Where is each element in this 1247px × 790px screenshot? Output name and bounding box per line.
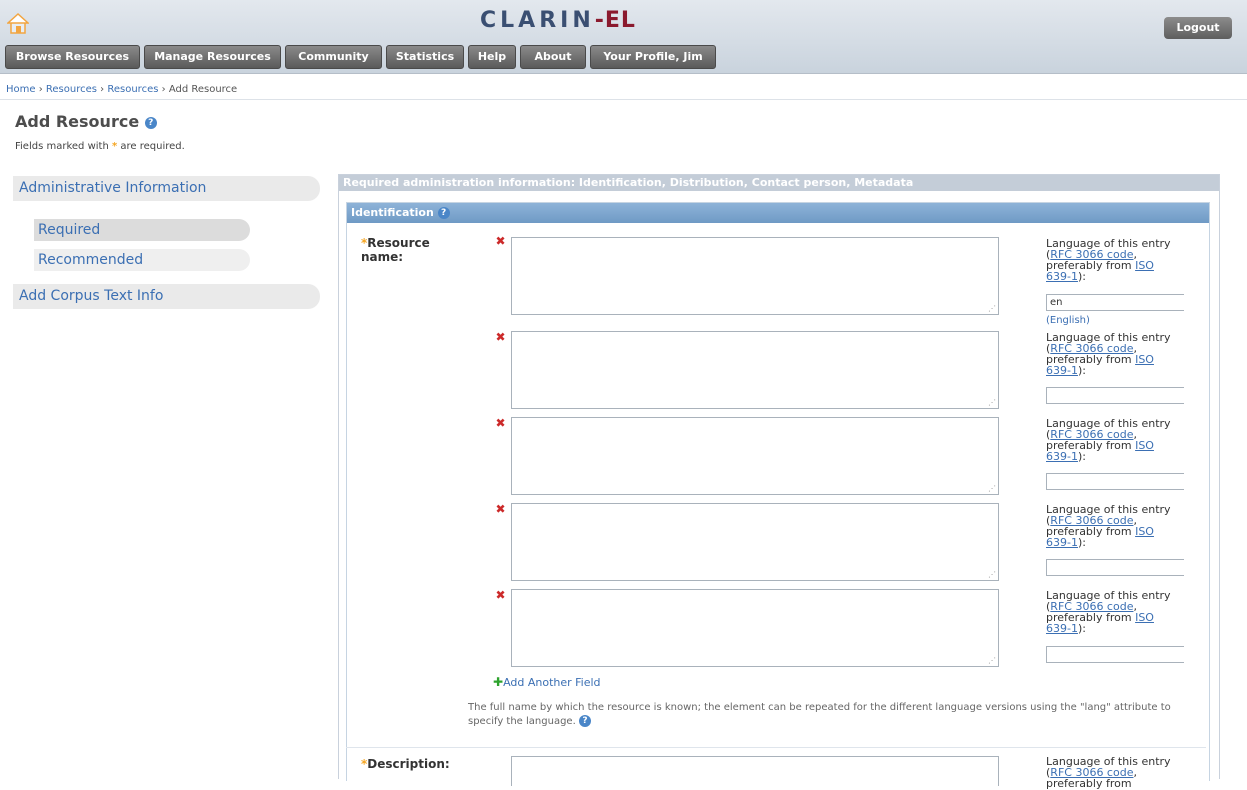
lang-hint-text: ): bbox=[1077, 364, 1086, 377]
remove-icon[interactable]: ✖ bbox=[495, 589, 506, 601]
remove-icon[interactable]: ✖ bbox=[495, 503, 506, 515]
language-input[interactable]: en bbox=[1046, 294, 1184, 311]
language-input[interactable] bbox=[1046, 387, 1184, 404]
resize-grip-icon[interactable]: ⋰ bbox=[988, 571, 996, 579]
app-header: CLARIN-EL Logout Browse Resources Manage… bbox=[0, 0, 1247, 74]
add-another-field-button[interactable]: ✚Add Another Field bbox=[493, 675, 601, 689]
language-hint: Language of this entry (RFC 3066 code, p… bbox=[1046, 332, 1182, 376]
remove-icon[interactable]: ✖ bbox=[495, 235, 506, 247]
description-label-text: Description: bbox=[367, 757, 450, 771]
lang-hint-text: ): bbox=[1077, 622, 1086, 635]
remove-icon[interactable]: ✖ bbox=[495, 331, 506, 343]
sidebar-add-corpus-text-info[interactable]: Add Corpus Text Info bbox=[13, 284, 320, 309]
add-another-field-label: Add Another Field bbox=[503, 676, 601, 689]
breadcrumb-home[interactable]: Home bbox=[6, 84, 36, 95]
language-name-link[interactable]: (English) bbox=[1046, 315, 1090, 326]
description-label: *Description: bbox=[361, 757, 461, 771]
resize-grip-icon[interactable]: ⋰ bbox=[988, 305, 996, 313]
language-hint: Language of this entry (RFC 3066 code, p… bbox=[1046, 504, 1182, 548]
language-hint: Language of this entry (RFC 3066 code, p… bbox=[1046, 238, 1182, 282]
sidebar-administrative-information[interactable]: Administrative Information bbox=[13, 176, 320, 201]
resize-grip-icon[interactable]: ⋰ bbox=[988, 657, 996, 665]
language-input[interactable] bbox=[1046, 473, 1184, 490]
lang-hint-text: ): bbox=[1077, 270, 1086, 283]
site-logo[interactable]: CLARIN-EL bbox=[480, 8, 636, 33]
nav-help[interactable]: Help bbox=[468, 45, 516, 69]
resource-name-textarea[interactable]: ⋰ bbox=[511, 237, 999, 315]
language-input[interactable] bbox=[1046, 559, 1184, 576]
panel-header: Required administration information: Ide… bbox=[339, 175, 1219, 191]
sidebar-sub-required[interactable]: Required bbox=[34, 219, 250, 241]
remove-icon[interactable]: ✖ bbox=[495, 417, 506, 429]
plus-icon: ✚ bbox=[493, 675, 504, 689]
help-text: The full name by which the resource is k… bbox=[468, 702, 1171, 727]
resource-name-textarea[interactable]: ⋰ bbox=[511, 503, 999, 581]
home-icon[interactable] bbox=[7, 12, 29, 34]
resource-name-textarea[interactable]: ⋰ bbox=[511, 331, 999, 409]
breadcrumb-divider bbox=[0, 99, 1247, 100]
language-input[interactable] bbox=[1046, 646, 1184, 663]
logo-main-text: CLARIN bbox=[480, 8, 595, 33]
lang-hint-text: ): bbox=[1077, 450, 1086, 463]
breadcrumb-current: Add Resource bbox=[168, 84, 238, 95]
nav-about[interactable]: About bbox=[520, 45, 586, 69]
nav-community[interactable]: Community bbox=[285, 45, 382, 69]
help-icon[interactable]: ? bbox=[437, 207, 450, 219]
logo-el-text: EL bbox=[604, 8, 636, 33]
identification-title: Identification bbox=[351, 206, 434, 219]
logout-button[interactable]: Logout bbox=[1164, 17, 1232, 39]
page-title: Add Resource ? bbox=[15, 112, 157, 131]
resource-name-label: *Resource name: bbox=[361, 236, 446, 264]
required-star-icon: * bbox=[111, 141, 118, 152]
language-hint: Language of this entry (RFC 3066 code, p… bbox=[1046, 418, 1182, 462]
field-separator bbox=[346, 747, 1206, 748]
nav-manage-resources[interactable]: Manage Resources bbox=[144, 45, 281, 69]
language-hint: Language of this entry (RFC 3066 code, p… bbox=[1046, 756, 1182, 789]
resize-grip-icon[interactable]: ⋰ bbox=[988, 399, 996, 407]
page-title-text: Add Resource bbox=[15, 112, 140, 131]
help-icon[interactable]: ? bbox=[578, 715, 591, 727]
logo-dash-text: - bbox=[594, 8, 605, 33]
resize-grip-icon[interactable]: ⋰ bbox=[988, 485, 996, 493]
breadcrumb-resources-2[interactable]: Resources bbox=[107, 84, 158, 95]
sidebar-sub-recommended[interactable]: Recommended bbox=[34, 249, 250, 271]
required-note-suffix: are required. bbox=[120, 141, 185, 152]
nav-your-profile[interactable]: Your Profile, Jim bbox=[590, 45, 716, 69]
required-note: Fields marked with * are required. bbox=[15, 141, 185, 152]
help-icon[interactable]: ? bbox=[144, 116, 157, 129]
required-note-prefix: Fields marked with bbox=[15, 141, 109, 152]
resource-name-help-text: The full name by which the resource is k… bbox=[468, 701, 1188, 729]
nav-browse-resources[interactable]: Browse Resources bbox=[5, 45, 140, 69]
breadcrumb-resources[interactable]: Resources bbox=[46, 84, 97, 95]
identification-header: Identification ? bbox=[347, 203, 1209, 223]
resource-name-label-text: Resource name: bbox=[361, 236, 430, 264]
lang-hint-text: ): bbox=[1077, 536, 1086, 549]
resource-name-textarea[interactable]: ⋰ bbox=[511, 589, 999, 667]
breadcrumb-separator: › bbox=[100, 84, 105, 95]
description-textarea[interactable] bbox=[511, 756, 999, 786]
breadcrumb: Home › Resources › Resources › Add Resou… bbox=[6, 84, 237, 95]
resource-name-textarea[interactable]: ⋰ bbox=[511, 417, 999, 495]
nav-statistics[interactable]: Statistics bbox=[386, 45, 464, 69]
language-hint: Language of this entry (RFC 3066 code, p… bbox=[1046, 590, 1182, 634]
breadcrumb-separator: › bbox=[38, 84, 43, 95]
breadcrumb-separator: › bbox=[161, 84, 166, 95]
